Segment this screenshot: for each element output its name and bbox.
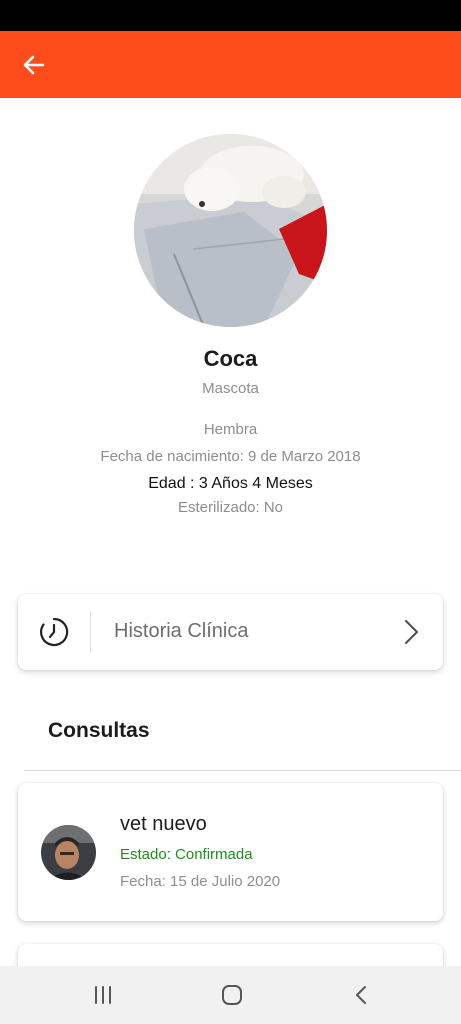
pet-avatar — [134, 134, 327, 327]
consultation-date: Fecha: 15 de Julio 2020 — [120, 873, 281, 890]
home-icon — [222, 985, 242, 1005]
pet-sterilized: Esterilizado: No — [177, 499, 284, 516]
status-bar — [0, 0, 461, 31]
pet-type: Mascota — [202, 380, 259, 397]
pet-sex: Hembra — [203, 421, 258, 438]
pet-birth-date: Fecha de nacimiento: 9 de Marzo 2018 — [100, 448, 361, 465]
history-divider — [90, 612, 91, 652]
history-label: Historia Clínica — [114, 620, 249, 642]
section-divider — [24, 770, 461, 771]
back-button[interactable] — [18, 49, 50, 81]
history-card[interactable]: Historia Clínica — [18, 594, 443, 670]
pet-age: Edad : 3 Años 4 Meses — [148, 475, 313, 492]
nav-back-button[interactable] — [346, 980, 376, 1010]
chevron-right-icon — [404, 619, 419, 645]
back-icon — [356, 986, 366, 1004]
system-nav-bar — [0, 966, 461, 1024]
consultation-status: Estado: Confirmada — [120, 846, 253, 863]
nav-recents-button[interactable] — [88, 980, 118, 1010]
pet-name: Coca — [203, 346, 258, 371]
nav-home-button[interactable] — [217, 980, 247, 1010]
app-bar — [0, 31, 461, 98]
vet-avatar — [41, 825, 96, 880]
recents-icon — [95, 986, 111, 1004]
vet-name: vet nuevo — [120, 813, 207, 835]
clock-icon — [40, 617, 69, 647]
consultations-title: Consultas — [48, 719, 150, 742]
arrow-left-icon — [23, 55, 45, 75]
consultation-card[interactable]: vet nuevo Estado: Confirmada Fecha: 15 d… — [18, 783, 443, 921]
